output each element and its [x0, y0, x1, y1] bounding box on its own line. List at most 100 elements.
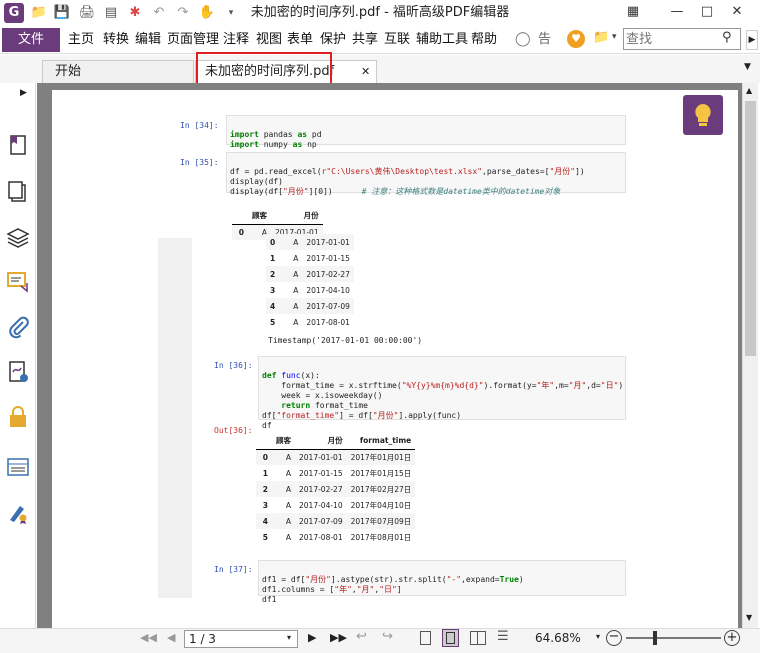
table-cell: 2017-02-27 — [306, 269, 350, 279]
last-page-icon[interactable]: ▶▶ — [330, 631, 347, 644]
lightbulb-icon[interactable]: ◯ — [515, 31, 531, 47]
expand-panel-icon[interactable]: ▶ — [20, 88, 27, 98]
output-scroll-gutter — [158, 238, 192, 598]
continuous-facing-icon[interactable]: ☰ — [497, 629, 509, 644]
first-page-icon[interactable]: ◀◀ — [140, 631, 157, 644]
attachment-icon[interactable] — [6, 315, 30, 339]
table-cell: 2017-01-01 — [306, 237, 350, 247]
zoom-level[interactable]: 64.68% — [535, 631, 581, 645]
menu-page-manage[interactable]: 页面管理 — [167, 28, 219, 52]
code-line: df["format_time"] = df["月份"].apply(func) — [262, 411, 462, 420]
page-dropdown-icon[interactable]: ▾ — [287, 633, 291, 642]
menu-view[interactable]: 视图 — [256, 28, 282, 52]
code-line: df1 = df["月份"].astype(str).str.split("-"… — [262, 575, 524, 584]
vertical-scrollbar[interactable]: ▲ ▼ — [742, 83, 758, 628]
certify-icon[interactable] — [6, 500, 30, 524]
layers-icon[interactable] — [6, 225, 30, 249]
table-cell: 2017年02月27日 — [350, 484, 412, 494]
table-cell: A — [285, 452, 291, 462]
dataframe-table: 0 A 2017-01-01 1 A 2017-01-15 2 A 2017-02-27 3… — [266, 234, 354, 330]
code-line: format_time = x.strftime("%Y{y}%m{m}%d{d… — [262, 381, 624, 390]
single-page-icon[interactable] — [420, 631, 431, 645]
ribbon-toggle-icon[interactable]: ▦ — [624, 2, 642, 22]
continuous-page-icon[interactable] — [442, 629, 459, 647]
table-cell: A — [293, 237, 299, 247]
menu-edit[interactable]: 编辑 — [135, 28, 161, 52]
code-string: "月份" — [282, 187, 309, 196]
zoom-slider[interactable] — [626, 631, 721, 645]
close-window-button[interactable]: ✕ — [728, 2, 746, 22]
tab-list-dropdown-icon[interactable]: ▼ — [744, 62, 751, 72]
search-box[interactable]: ⚲ — [623, 28, 741, 50]
feedback-heart-icon[interactable]: ♥ — [567, 30, 585, 48]
prev-page-icon[interactable]: ◀ — [167, 631, 175, 644]
output-35-table2: 0 A 2017-01-01 1 A 2017-01-15 2 A 2017-02-27 3… — [266, 234, 354, 330]
table-cell: A — [285, 484, 291, 494]
menu-home[interactable]: 主页 — [68, 28, 94, 52]
menu-help[interactable]: 帮助 — [471, 28, 497, 52]
minimize-button[interactable]: — — [668, 2, 686, 22]
signature-icon[interactable] — [6, 360, 30, 384]
tips-lightbulb-button[interactable] — [683, 95, 723, 135]
code-fragment: ]) — [575, 167, 585, 176]
zoom-dropdown-icon[interactable]: ▾ — [596, 632, 600, 641]
table-row: 3 A 2017-04-10 2017年04月10日 — [256, 497, 415, 513]
search-icon[interactable]: ⚲ — [722, 30, 732, 45]
maximize-button[interactable]: □ — [698, 2, 716, 22]
row-index: 0 — [238, 227, 244, 237]
comments-icon[interactable] — [6, 270, 30, 294]
table-row: 1 A 2017-01-15 — [266, 250, 354, 266]
menu-form[interactable]: 表单 — [287, 28, 313, 52]
menu-protect[interactable]: 保护 — [320, 28, 346, 52]
tell-me-label[interactable]: 告诉 — [538, 28, 562, 52]
next-view-icon[interactable]: ↪ — [382, 629, 393, 644]
table-header: format_time — [359, 436, 412, 446]
menu-file[interactable]: 文件 — [2, 28, 60, 52]
row-index: 4 — [270, 301, 276, 311]
tab-start-label: 开始 — [55, 64, 82, 79]
status-bar — [0, 628, 760, 653]
search-options-dropdown-icon[interactable]: ▾ — [612, 32, 617, 42]
table-row: 1 A 2017-01-15 2017年01月15日 — [256, 465, 415, 481]
close-tab-icon[interactable]: ✕ — [361, 61, 370, 83]
code-fragment: ,parse_dates=[ — [482, 167, 550, 176]
menu-accessibility[interactable]: 辅助工具 — [416, 28, 468, 52]
zoom-out-icon[interactable]: − — [606, 630, 622, 646]
scroll-up-icon[interactable]: ▲ — [746, 86, 752, 95]
table-cell: 2017年07月09日 — [350, 516, 412, 526]
menu-convert[interactable]: 转换 — [103, 28, 129, 52]
cell-34-code: import pandas as pd import numpy as np — [226, 115, 626, 149]
row-index: 0 — [262, 452, 268, 462]
code-line: return format_time — [281, 401, 368, 410]
search-input[interactable] — [626, 29, 718, 49]
form-fields-icon[interactable] — [6, 455, 30, 479]
ribbon-scroll-right-icon[interactable]: ▶ — [746, 30, 758, 50]
row-index: 2 — [270, 269, 276, 279]
bookmark-icon[interactable] — [6, 133, 30, 157]
page-number-field[interactable]: 1 / 3 ▾ — [184, 630, 298, 648]
scroll-down-icon[interactable]: ▼ — [746, 613, 752, 622]
table-row: 2 A 2017-02-27 — [266, 266, 354, 282]
menu-share[interactable]: 共享 — [352, 28, 378, 52]
code-line: import pandas as pd — [230, 130, 322, 139]
menu-connect[interactable]: 互联 — [384, 28, 410, 52]
next-page-icon[interactable]: ▶ — [308, 631, 316, 644]
dataframe-table: 顾客 月份 format_time 0 A 2017-01-01 2017年01月01… — [256, 433, 416, 545]
table-cell: 2017-08-01 — [306, 317, 350, 327]
search-folder-icon[interactable]: 📁 — [593, 30, 609, 45]
scroll-thumb[interactable] — [745, 101, 756, 356]
pages-icon[interactable] — [6, 180, 30, 204]
security-lock-icon[interactable] — [6, 405, 30, 429]
menu-comment[interactable]: 注释 — [223, 28, 249, 52]
table-row: 3 A 2017-04-10 — [266, 282, 354, 298]
facing-page-icon[interactable] — [470, 631, 486, 645]
previous-view-icon[interactable]: ↩ — [356, 629, 367, 644]
zoom-slider-thumb[interactable] — [653, 631, 657, 645]
zoom-in-icon[interactable]: + — [724, 630, 740, 646]
table-cell: 2017-01-01 — [299, 452, 343, 462]
table-cell: A — [293, 253, 299, 263]
tab-start[interactable]: 开始 — [42, 60, 194, 84]
code-string: r"C:\Users\黄伟\Desktop\test.xlsx" — [321, 167, 483, 176]
table-header: 月份 — [327, 436, 343, 446]
table-header: 顾客 — [276, 436, 291, 446]
